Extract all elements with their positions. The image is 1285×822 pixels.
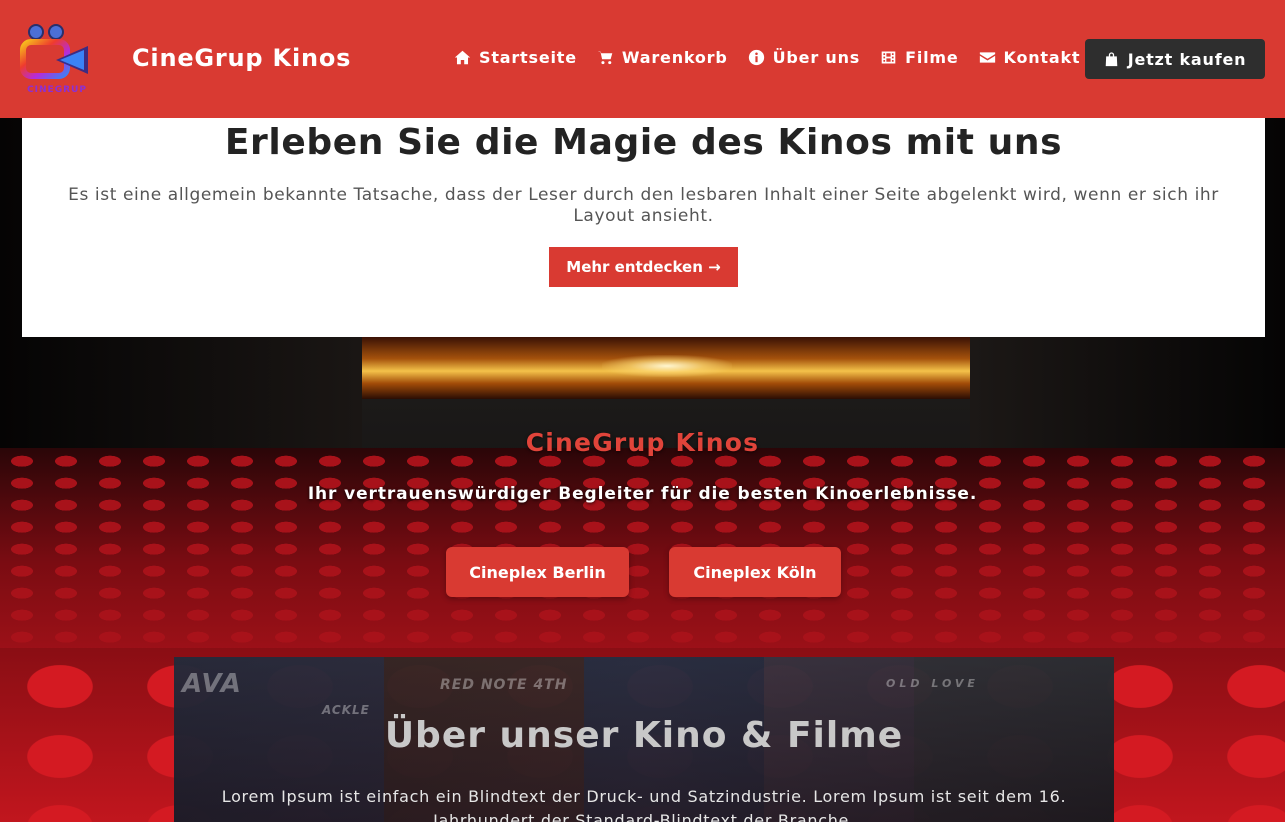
main-nav: Startseite Warenkorb Über uns Filme Kont… [454, 48, 1080, 67]
shopping-bag-icon [1105, 52, 1117, 67]
envelope-icon [979, 52, 995, 63]
hero-text: Es ist eine allgemein bekannte Tatsache,… [68, 185, 1219, 226]
cinema-title: CineGrup Kinos [525, 428, 760, 457]
buy-now-button[interactable]: Jetzt kaufen [1085, 39, 1265, 79]
home-icon [454, 50, 471, 65]
cart-icon [597, 51, 613, 65]
cineplex-koeln-button[interactable]: Cineplex Köln [669, 547, 841, 597]
site-brand[interactable]: CineGrup Kinos [132, 44, 351, 72]
film-icon [881, 51, 896, 64]
nav-label: Startseite [479, 48, 577, 67]
nav-filme[interactable]: Filme [880, 48, 958, 67]
nav-label: Über uns [772, 48, 861, 67]
nav-label: Filme [905, 48, 959, 67]
hero-section: Erleben Sie die Magie des Kinos mit uns … [22, 118, 1265, 337]
cinegrup-logo[interactable]: CINEGRUP [20, 20, 94, 96]
poster-title: AVA [182, 669, 242, 699]
logo-text: CINEGRUP [27, 85, 87, 95]
discover-more-button[interactable]: Mehr entdecken → [549, 247, 738, 287]
nav-warenkorb[interactable]: Warenkorb [597, 48, 728, 67]
hero-title: Erleben Sie die Magie des Kinos mit uns [224, 122, 1063, 163]
about-title: Über unser Kino & Filme [384, 715, 904, 756]
poster-title: RED NOTE 4TH [440, 677, 568, 693]
about-section: AVA RED NOTE 4TH ACKLE OLD LOVE Über uns… [174, 657, 1114, 822]
nav-label: Warenkorb [621, 48, 728, 67]
nav-kontakt[interactable]: Kontakt [979, 48, 1081, 67]
site-header: CINEGRUP CineGrup Kinos Startseite Waren… [0, 0, 1285, 118]
nav-label: Kontakt [1003, 48, 1081, 67]
cineplex-berlin-button[interactable]: Cineplex Berlin [446, 547, 629, 597]
nav-startseite[interactable]: Startseite [454, 48, 577, 67]
buy-now-label: Jetzt kaufen [1127, 49, 1247, 69]
cinema-subtitle: Ihr vertrauenswürdiger Begleiter für die… [307, 484, 978, 504]
poster-title: OLD LOVE [886, 677, 979, 690]
nav-ueber-uns[interactable]: Über uns [748, 48, 860, 67]
info-icon [748, 49, 764, 66]
cinema-screen-curtain [362, 337, 970, 399]
about-text: Lorem Ipsum ist einfach ein Blindtext de… [221, 787, 1067, 822]
